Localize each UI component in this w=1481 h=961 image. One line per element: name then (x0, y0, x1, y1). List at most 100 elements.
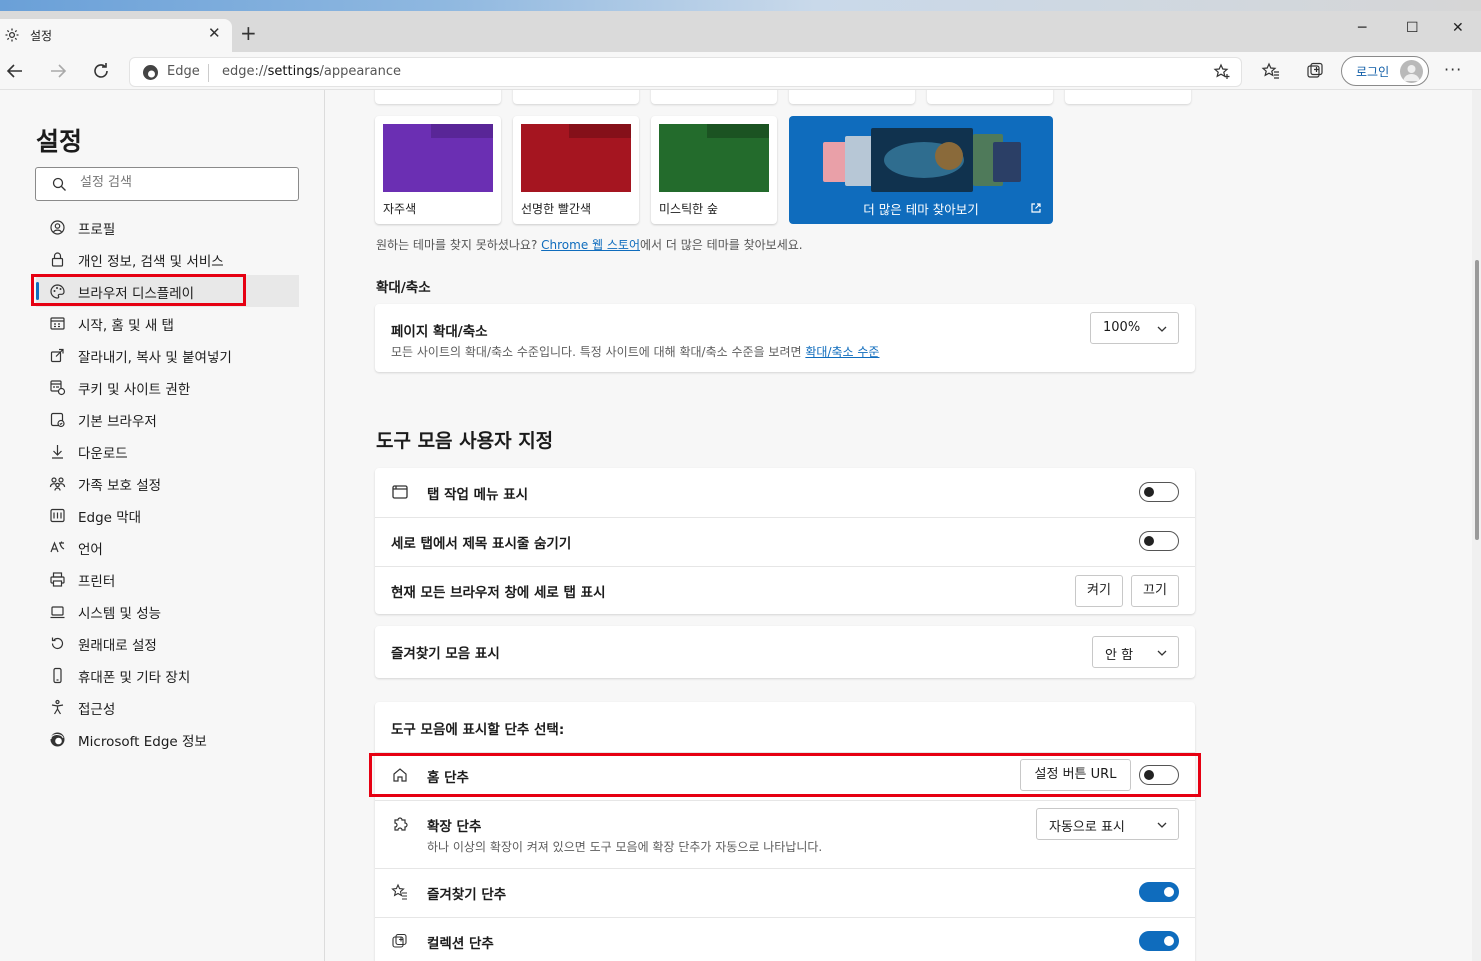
forward-arrow-icon[interactable] (46, 59, 70, 83)
vertical-tabs-on-button[interactable]: 켜기 (1075, 575, 1123, 607)
home-grid-icon (50, 317, 65, 330)
settings-search[interactable] (35, 167, 299, 201)
zoom-value: 100% (1103, 320, 1141, 335)
tab-actions-toggle[interactable] (1139, 482, 1179, 502)
sidebar-item-label: Edge 막대 (78, 510, 142, 526)
sidebar-item[interactable]: 휴대폰 및 기타 장치 (36, 659, 299, 691)
theme-swatch (521, 124, 631, 192)
favorites-icon[interactable] (1261, 61, 1281, 81)
minimize-button[interactable]: ─ (1358, 20, 1366, 36)
share-icon (50, 348, 64, 363)
sidebar-item[interactable]: 접근성 (36, 691, 299, 723)
desktop-background-sliver (0, 0, 1481, 11)
vertical-tabs-off-button[interactable]: 끄기 (1131, 575, 1179, 607)
sidebar-item[interactable]: 원래대로 설정 (36, 627, 299, 659)
sidebar-item[interactable]: 언어 (36, 531, 299, 563)
sidebar-item[interactable]: 가족 보호 설정 (36, 467, 299, 499)
address-bar[interactable]: Edge edge://settings/appearance (129, 57, 1242, 87)
collections-button-toggle[interactable] (1139, 931, 1179, 951)
sidebar-item[interactable]: 시작, 홈 및 새 탭 (36, 307, 299, 339)
scrollbar-thumb[interactable] (1475, 260, 1479, 540)
sidebar-item[interactable]: 다운로드 (36, 435, 299, 467)
settings-main: 자주색 선명한 빨간색 미스틱한 숲 더 많은 테마 찾아보기 원하는 테마를 … (326, 90, 1472, 961)
add-favorite-icon[interactable] (1213, 63, 1231, 81)
search-icon (52, 177, 66, 191)
favorites-bar-select[interactable]: 안 함 (1092, 636, 1179, 668)
favorites-button-label: 즐겨찾기 단추 (427, 887, 507, 903)
theme-card-partial[interactable] (513, 90, 639, 104)
close-window-button[interactable]: ✕ (1452, 20, 1464, 36)
theme-card-partial[interactable] (927, 90, 1053, 104)
more-menu-icon[interactable]: ··· (1444, 60, 1462, 79)
zoom-card: 페이지 확대/축소 모든 사이트의 확대/축소 수준입니다. 특정 사이트에 대… (375, 304, 1195, 372)
back-arrow-icon[interactable] (3, 59, 27, 83)
url-text: edge://settings/appearance (222, 64, 401, 79)
sidebar-item[interactable]: 쿠키 및 사이트 권한 (36, 371, 299, 403)
more-themes-button[interactable]: 더 많은 테마 찾아보기 (789, 116, 1053, 224)
page-title: 설정 (36, 127, 83, 156)
sidebar-item[interactable]: Microsoft Edge 정보 (36, 723, 299, 755)
zoom-levels-link[interactable]: 확대/축소 수준 (805, 345, 879, 359)
printer-icon (50, 572, 65, 587)
sidebar-item[interactable]: 잘라내기, 복사 및 붙여넣기 (36, 339, 299, 371)
theme-label: 선명한 빨간색 (521, 202, 592, 216)
login-button[interactable]: 로그인 (1341, 56, 1429, 86)
theme-card-purple[interactable]: 자주색 (375, 116, 501, 224)
favorites-bar-label: 즐겨찾기 모음 표시 (391, 646, 500, 662)
sidebar-item[interactable]: 개인 정보, 검색 및 서비스 (36, 243, 299, 275)
zoom-select[interactable]: 100% (1090, 312, 1179, 344)
theme-card-partial[interactable] (789, 90, 915, 104)
row-divider (375, 517, 1195, 518)
vertical-tabs-label: 현재 모든 브라우저 창에 세로 탭 표시 (391, 585, 606, 601)
hide-title-bar-toggle[interactable] (1139, 531, 1179, 551)
sidebar-item[interactable]: 프린터 (36, 563, 299, 595)
maximize-button[interactable]: ☐ (1406, 20, 1419, 36)
extensions-button-sub: 하나 이상의 확장이 켜져 있으면 도구 모음에 확장 단추가 자동으로 나타납… (427, 840, 823, 854)
tab-title: 설정 (30, 29, 53, 43)
theme-card-red[interactable]: 선명한 빨간색 (513, 116, 639, 224)
row-divider (375, 566, 1195, 567)
main-scrollbar[interactable] (1472, 90, 1481, 961)
collections-icon[interactable] (1305, 61, 1325, 81)
sidebar-item[interactable]: 프로필 (36, 211, 299, 243)
highlight-box-home-button (369, 753, 1201, 797)
sidebar-item-label: Microsoft Edge 정보 (78, 734, 207, 750)
theme-card-partial[interactable] (1065, 90, 1191, 104)
edge-logo-icon (50, 732, 65, 747)
browser-icon (50, 412, 65, 428)
favorites-bar-card: 즐겨찾기 모음 표시 안 함 (375, 626, 1195, 678)
new-tab-button[interactable]: + (240, 23, 257, 43)
settings-tab[interactable]: 설정 ✕ (0, 19, 232, 52)
theme-card-forest[interactable]: 미스틱한 숲 (651, 116, 777, 224)
tab-actions-icon (392, 485, 408, 499)
favorites-button-toggle[interactable] (1139, 882, 1179, 902)
theme-card-partial[interactable] (375, 90, 501, 104)
sidebar-item-label: 잘라내기, 복사 및 붙여넣기 (78, 350, 232, 366)
chevron-down-icon (1157, 650, 1167, 656)
edge-bar-icon (50, 508, 65, 523)
extensions-button-select[interactable]: 자동으로 표시 (1036, 808, 1179, 840)
sidebar-item-label: 기본 브라우저 (78, 414, 157, 430)
sidebar-item-label: 시스템 및 성능 (78, 606, 162, 622)
browser-toolbar: Edge edge://settings/appearance 로그인 ··· (0, 52, 1481, 90)
close-tab-icon[interactable]: ✕ (208, 24, 221, 42)
profile-icon (50, 220, 65, 235)
collections-button-label: 컬렉션 단추 (427, 936, 494, 952)
gear-icon (5, 28, 19, 42)
tab-actions-label: 탭 작업 메뉴 표시 (427, 487, 529, 503)
sidebar-item[interactable]: Edge 막대 (36, 499, 299, 531)
language-icon (50, 541, 65, 553)
hide-title-bar-label: 세로 탭에서 제목 표시줄 숨기기 (391, 536, 572, 552)
sidebar-item[interactable]: 시스템 및 성능 (36, 595, 299, 627)
reset-icon (51, 637, 64, 650)
sidebar-item-label: 언어 (78, 542, 103, 558)
zoom-row-title: 페이지 확대/축소 (391, 324, 488, 340)
chrome-store-link[interactable]: Chrome 웹 스토어 (541, 238, 640, 252)
row-divider (375, 868, 1195, 869)
theme-card-partial[interactable] (651, 90, 777, 104)
search-input[interactable] (80, 175, 280, 190)
sidebar-item[interactable]: 기본 브라우저 (36, 403, 299, 435)
lock-icon (51, 252, 64, 267)
refresh-icon[interactable] (89, 59, 113, 83)
toolbar-section-title: 도구 모음 사용자 지정 (376, 430, 554, 452)
